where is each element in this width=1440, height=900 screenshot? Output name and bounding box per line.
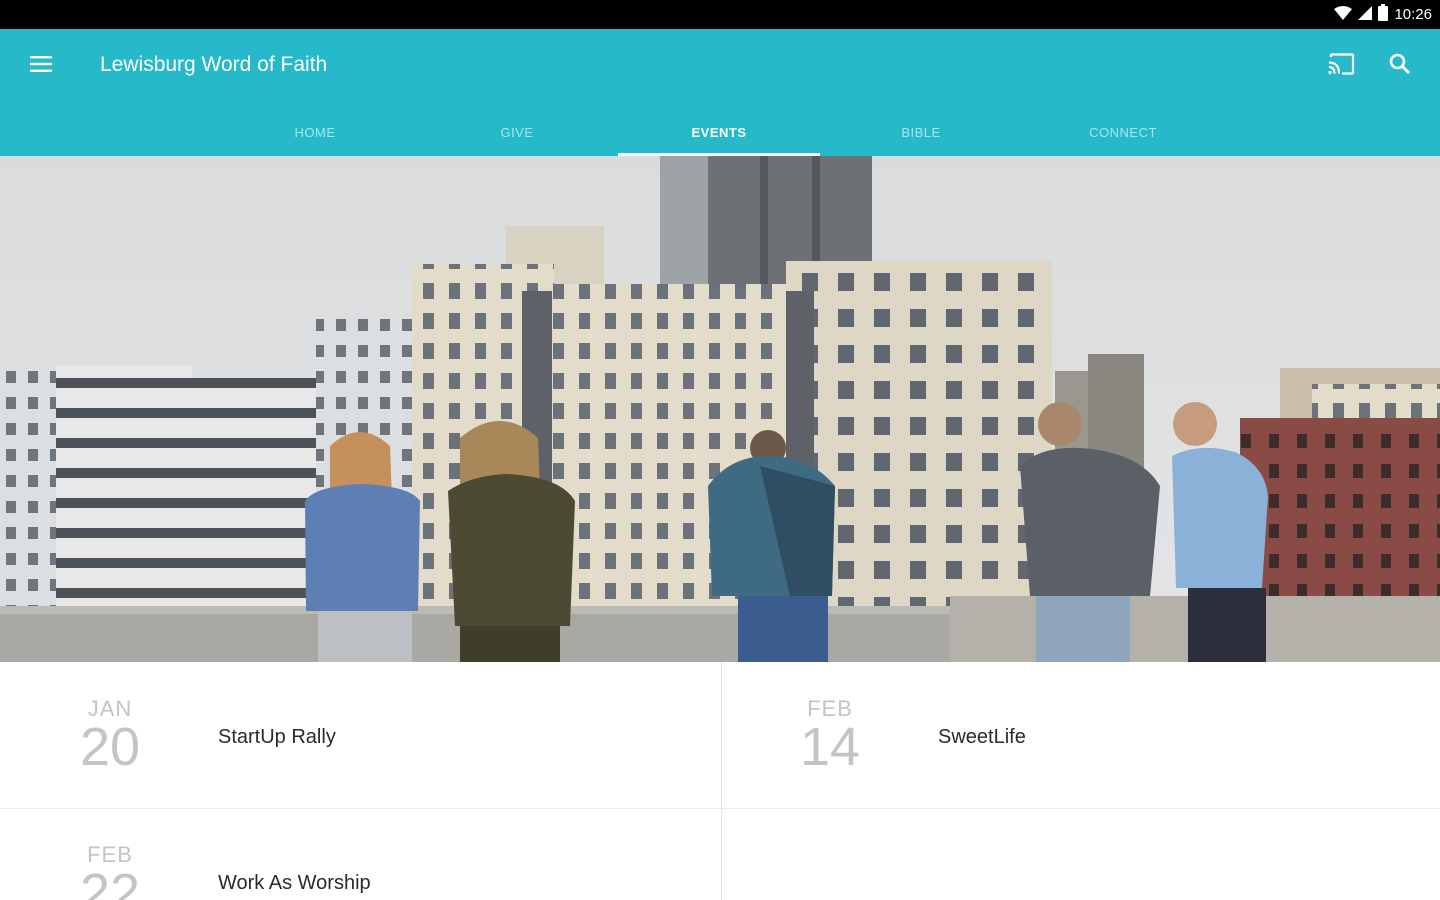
tab-label: GIVE [500,124,534,140]
event-card[interactable]: FEB 22 Work As Worship [0,809,720,900]
tab-bar: HOME GIVE EVENTS BIBLE CONNECT [214,108,1224,156]
menu-icon [30,55,52,77]
status-indicators: 10:26 [1334,0,1432,29]
event-card[interactable]: FEB 14 SweetLife [722,662,1440,808]
event-day: 20 [79,717,141,777]
status-time: 10:26 [1394,6,1432,23]
tab-label: EVENTS [691,124,747,140]
tab-events[interactable]: EVENTS [618,108,820,156]
search-icon [1389,53,1411,80]
signal-icon [1358,5,1373,24]
city-rooftop-illustration [0,156,1440,662]
app-title: Lewisburg Word of Faith [100,53,328,76]
event-title: SweetLife [938,726,1026,748]
hero-image [0,156,1440,662]
search-button[interactable] [1381,47,1419,85]
cast-button[interactable] [1322,47,1360,85]
event-day: 14 [799,717,861,777]
tab-home[interactable]: HOME [214,108,416,156]
event-title: Work As Worship [218,872,371,894]
tab-give[interactable]: GIVE [416,108,618,156]
event-title: StartUp Rally [218,726,336,748]
cast-icon [1327,52,1355,80]
tab-label: CONNECT [1089,124,1157,140]
wifi-icon [1334,5,1353,24]
menu-button[interactable] [22,47,60,85]
battery-icon [1378,4,1389,25]
tab-bible[interactable]: BIBLE [820,108,1022,156]
tab-connect[interactable]: CONNECT [1022,108,1224,156]
status-bar: 10:26 [0,0,1440,29]
events-list: JAN 20 StartUp Rally FEB 14 SweetLife FE… [0,662,1440,900]
event-day: 22 [79,863,141,900]
tab-label: BIBLE [901,124,941,140]
event-card[interactable]: JAN 20 StartUp Rally [0,662,720,808]
tab-label: HOME [294,124,336,140]
app-bar: Lewisburg Word of Faith HOME GIVE EVENTS… [0,29,1440,156]
